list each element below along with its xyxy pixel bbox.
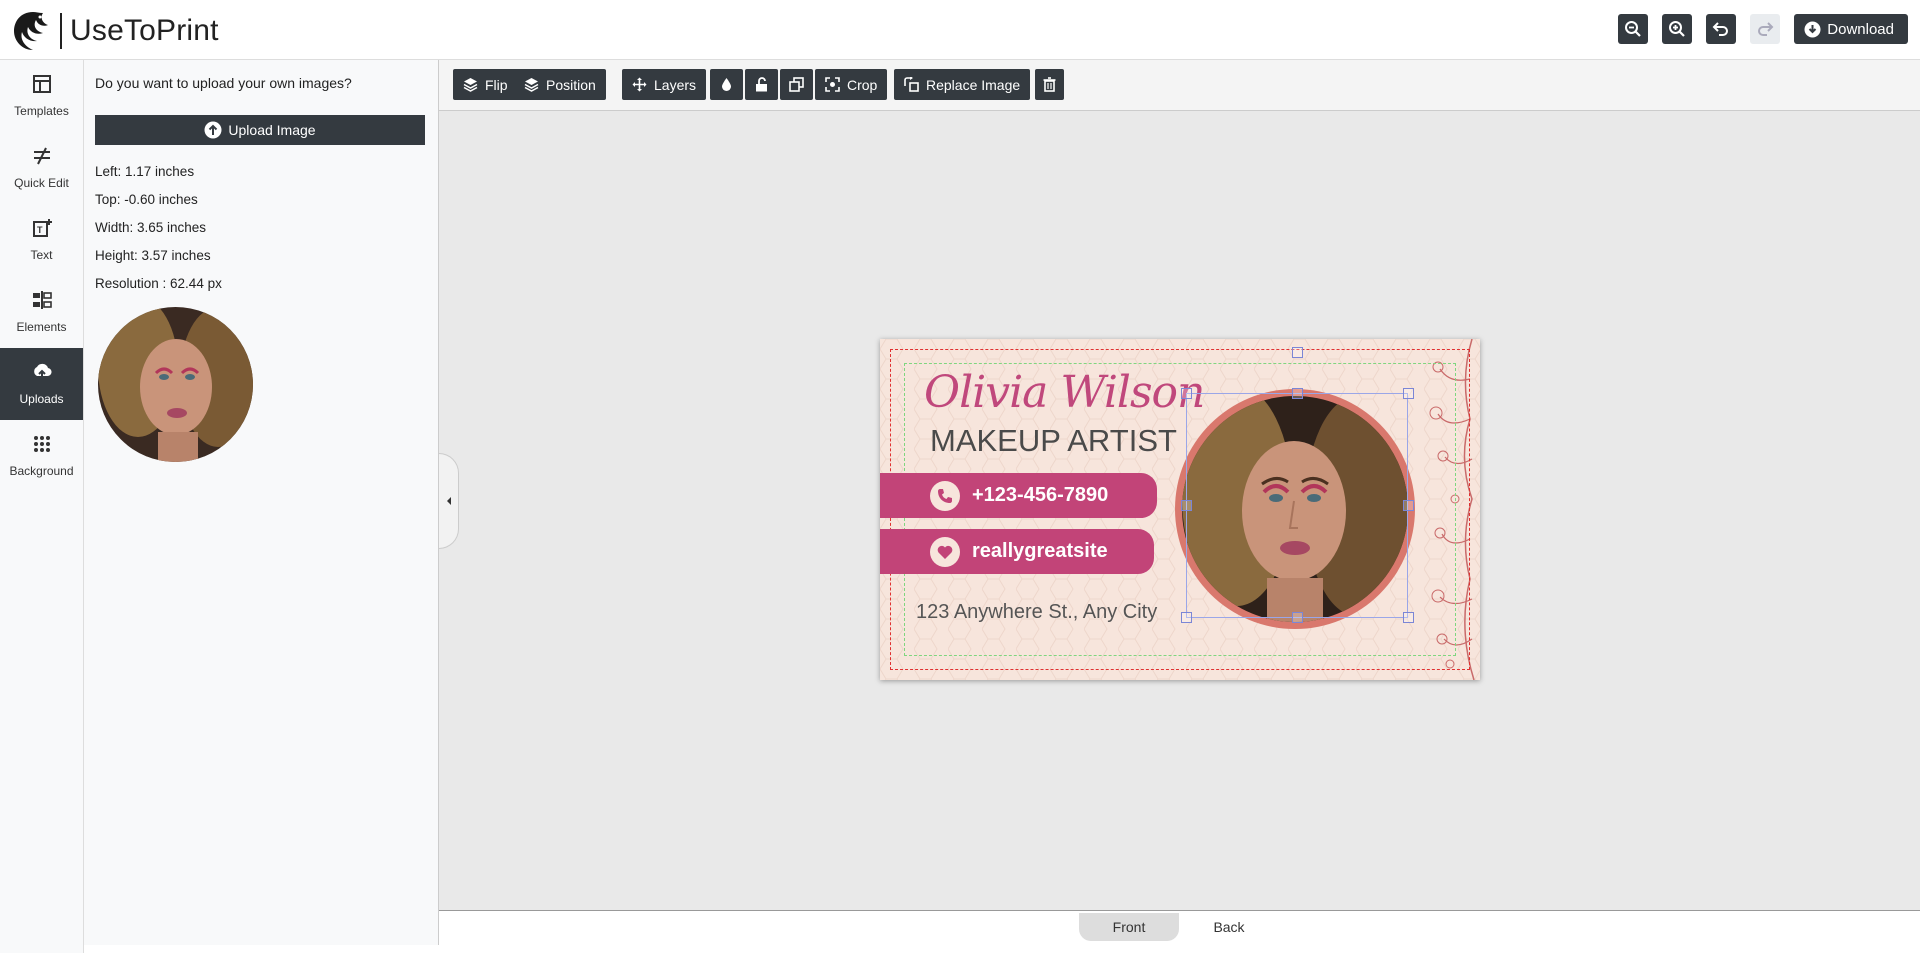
rotate-handle[interactable] <box>1292 347 1303 358</box>
zoom-in-button[interactable] <box>1662 14 1693 44</box>
replace-image-button[interactable]: Replace Image <box>894 69 1031 100</box>
website-pill[interactable]: reallygreatsite <box>880 529 1154 574</box>
position-layers-icon <box>524 78 539 92</box>
crop-button[interactable]: Crop <box>815 69 888 100</box>
zoom-out-icon <box>1625 21 1642 37</box>
header-actions: Download <box>1618 14 1908 44</box>
unlock-icon <box>756 77 767 92</box>
website-text: reallygreatsite <box>972 540 1108 562</box>
position-label: Position <box>546 76 596 93</box>
redo-button[interactable] <box>1750 14 1781 44</box>
resolution-value: Resolution : 62.44 px <box>95 276 222 291</box>
app-name: UseToPrint <box>70 14 219 47</box>
flip-button[interactable]: Flip <box>453 69 518 100</box>
resize-handle-top[interactable] <box>1292 388 1303 399</box>
business-card-canvas[interactable]: Olivia Wilson MAKEUP ARTIST +123-456-789… <box>880 339 1480 680</box>
tab-back[interactable]: Back <box>1179 913 1279 941</box>
move-arrows-icon <box>632 77 647 92</box>
zoom-in-icon <box>1669 21 1686 37</box>
panel-collapse-handle[interactable] <box>439 453 459 549</box>
text-icon: T <box>32 219 52 237</box>
left-value: Left: 1.17 inches <box>95 164 195 179</box>
lock-button[interactable] <box>745 69 778 100</box>
dragon-logo-icon <box>14 12 48 50</box>
trash-icon <box>1043 77 1056 92</box>
width-value: Width: 3.65 inches <box>95 220 207 235</box>
caret-left-icon <box>446 497 451 505</box>
duplicate-icon <box>789 77 804 92</box>
uploads-panel: Do you want to upload your own images? U… <box>84 60 439 945</box>
phone-number: +123-456-7890 <box>972 484 1109 506</box>
left-nav-rail: Templates Quick Edit T Text Elements Upl… <box>0 60 84 953</box>
upload-image-label: Upload Image <box>228 122 316 138</box>
sidebar-item-uploads[interactable]: Uploads <box>0 348 83 420</box>
redo-icon <box>1758 22 1774 36</box>
undo-button[interactable] <box>1706 14 1737 44</box>
tab-front[interactable]: Front <box>1079 913 1179 941</box>
heart-icon <box>930 536 960 567</box>
replace-image-label: Replace Image <box>926 76 1021 93</box>
droplet-icon <box>722 78 731 91</box>
sidebar-item-text[interactable]: T Text <box>0 204 83 276</box>
position-button[interactable]: Position <box>514 69 606 100</box>
top-value: Top: -0.60 inches <box>95 192 198 207</box>
sidebar-item-label: Quick Edit <box>14 176 69 190</box>
zoom-out-button[interactable] <box>1618 14 1649 44</box>
logo-divider <box>60 13 62 49</box>
resize-handle-bottom-right[interactable] <box>1403 612 1414 623</box>
resize-handle-top-left[interactable] <box>1181 388 1192 399</box>
address-text[interactable]: 123 Anywhere St., Any City <box>916 601 1157 624</box>
selection-bounding-box[interactable] <box>1186 393 1408 618</box>
resize-handle-bottom-left[interactable] <box>1181 612 1192 623</box>
top-header: UseToPrint Download <box>0 0 1920 60</box>
quick-edit-icon <box>33 147 50 165</box>
flip-layers-icon <box>463 78 478 92</box>
layers-button[interactable]: Layers <box>622 69 707 100</box>
crop-label: Crop <box>847 76 878 93</box>
sidebar-item-templates[interactable]: Templates <box>0 60 83 132</box>
background-grid-icon <box>33 436 50 452</box>
resize-handle-bottom[interactable] <box>1292 612 1303 623</box>
duplicate-button[interactable] <box>780 69 813 100</box>
upload-arrow-icon <box>204 121 222 139</box>
card-name-text[interactable]: Olivia Wilson <box>924 367 1205 418</box>
upload-icon <box>33 363 52 380</box>
color-fill-button[interactable] <box>710 69 743 100</box>
elements-icon <box>32 291 52 309</box>
flip-label: Flip <box>485 76 508 93</box>
crop-focus-icon <box>825 77 840 92</box>
page-switcher: Front Back <box>439 910 1920 953</box>
download-button[interactable]: Download <box>1794 14 1908 44</box>
phone-pill[interactable]: +123-456-7890 <box>880 473 1157 518</box>
resize-handle-left[interactable] <box>1181 500 1192 511</box>
sidebar-item-label: Background <box>9 464 74 478</box>
sidebar-item-label: Elements <box>16 320 67 334</box>
canvas-workspace: Flip Position Layers Crop Replace Image <box>439 60 1920 910</box>
card-title-text[interactable]: MAKEUP ARTIST <box>930 423 1177 459</box>
replace-image-icon <box>904 77 919 92</box>
upload-image-button[interactable]: Upload Image <box>95 115 425 145</box>
download-icon <box>1804 21 1821 37</box>
image-toolbar: Flip Position Layers Crop Replace Image <box>439 60 1920 111</box>
height-value: Height: 3.57 inches <box>95 248 211 263</box>
resize-handle-top-right[interactable] <box>1403 388 1414 399</box>
sidebar-item-background[interactable]: Background <box>0 420 83 492</box>
sidebar-item-label: Templates <box>14 104 69 118</box>
undo-icon <box>1712 22 1729 36</box>
sidebar-item-label: Text <box>30 248 53 262</box>
resize-handle-right[interactable] <box>1403 500 1414 511</box>
templates-icon <box>32 75 51 93</box>
upload-prompt: Do you want to upload your own images? <box>95 75 352 91</box>
layers-label: Layers <box>654 76 697 93</box>
sidebar-item-elements[interactable]: Elements <box>0 276 83 348</box>
phone-icon <box>930 480 960 511</box>
sidebar-item-label: Uploads <box>19 392 64 406</box>
uploaded-image-thumbnail[interactable] <box>98 307 253 462</box>
delete-button[interactable] <box>1035 69 1064 100</box>
app-logo[interactable]: UseToPrint <box>10 8 219 54</box>
download-label: Download <box>1827 20 1894 38</box>
svg-text:T: T <box>37 225 43 235</box>
sidebar-item-quick-edit[interactable]: Quick Edit <box>0 132 83 204</box>
